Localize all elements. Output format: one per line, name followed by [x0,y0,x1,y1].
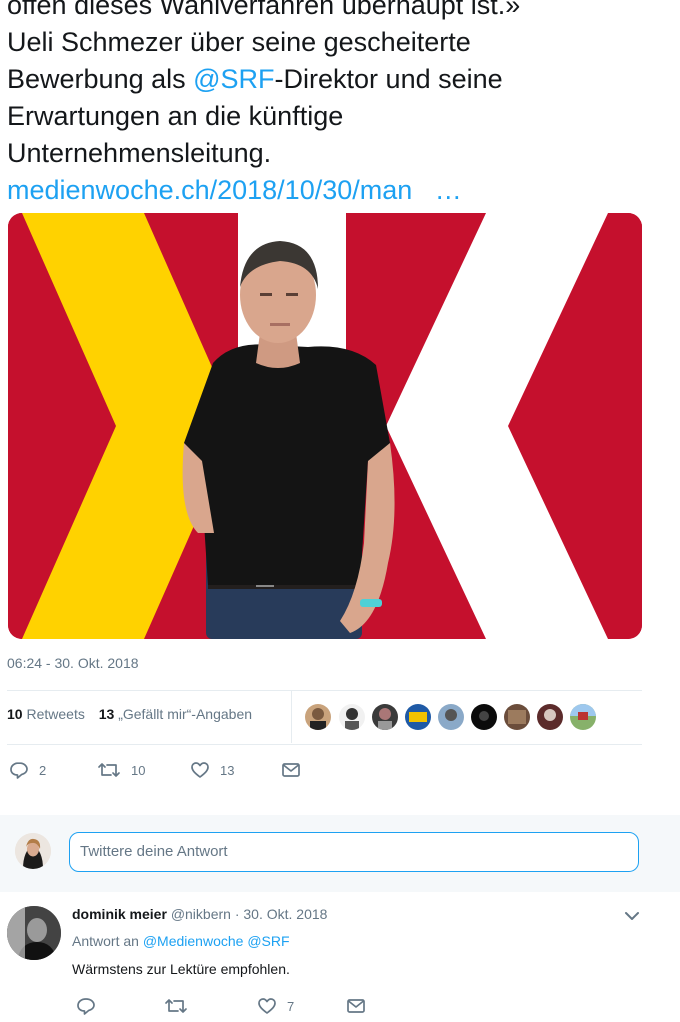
article-link[interactable]: medienwoche.ch/2018/10/30/man … [7,172,672,209]
tweet-line: Ueli Schmezer über seine gescheiterte [7,27,471,57]
heart-icon [191,762,209,778]
retweets-count[interactable]: 10 [7,706,23,722]
reply-icon [77,998,95,1015]
liker-avatar[interactable] [405,704,431,730]
tweet-media-image[interactable] [8,213,642,639]
liker-avatar[interactable] [438,704,464,730]
tweet-text: offen dieses Wahlverfahren überhaupt ist… [7,0,672,209]
tweet-stats: 10 Retweets 13 „Gefällt mir“-Angaben [7,706,252,722]
reply-date[interactable]: · 30. Okt. 2018 [231,906,328,922]
like-button[interactable]: 13 [190,760,234,780]
chevron-down-icon[interactable] [623,907,641,925]
liker-avatar[interactable] [471,704,497,730]
divider [291,691,292,743]
envelope-icon [347,999,365,1013]
tweet-line-text: -Direktor und seine [274,64,503,94]
mention-srf-link[interactable]: @SRF [193,64,274,94]
liker-avatar[interactable] [537,704,563,730]
like-count: 13 [220,762,235,778]
reply-count: 2 [39,762,47,778]
reply-to-line: Antwort an @Medienwoche @SRF [72,933,290,949]
reply-button[interactable]: 2 [9,760,46,780]
like-button[interactable]: 7 [257,996,294,1016]
reply-author-name[interactable]: dominik meier [72,906,167,922]
retweet-button[interactable]: 10 [97,760,145,780]
retweet-button[interactable] [164,996,188,1016]
tweet-line: Erwartungen an die künftige [7,101,344,131]
retweet-count: 10 [131,762,146,778]
heart-icon [258,998,276,1014]
current-user-avatar[interactable] [15,833,51,869]
retweets-stat[interactable]: 10 Retweets [7,706,85,722]
tweet-line: Bewerbung als @SRF-Direktor und seine [7,61,672,98]
reply-author-avatar[interactable] [7,906,61,960]
tweet-line: offen dieses Wahlverfahren überhaupt ist… [7,0,521,20]
reply-text: Wärmstens zur Lektüre empfohlen. [72,961,290,977]
reply-author[interactable]: dominik meier @nikbern · 30. Okt. 2018 [72,906,327,922]
mention-medienwoche-link[interactable]: @Medienwoche [143,933,244,949]
divider [7,690,642,691]
tweet-line: Unternehmensleitung. [7,138,272,168]
tweet-line-text: Bewerbung als [7,64,194,94]
retweet-icon [98,763,120,777]
reply-input[interactable]: Twittere deine Antwort [69,832,639,872]
liker-avatar[interactable] [570,704,596,730]
envelope-icon [282,763,300,777]
likes-count[interactable]: 13 [99,706,115,722]
likes-stat[interactable]: 13 „Gefällt mir“-Angaben [99,706,252,722]
divider [7,744,642,745]
retweet-icon [165,999,187,1013]
tweet-timestamp[interactable]: 06:24 - 30. Okt. 2018 [7,655,139,671]
retweets-label[interactable]: Retweets [26,706,84,722]
likes-label[interactable]: „Gefällt mir“-Angaben [118,706,252,722]
liker-avatar[interactable] [372,704,398,730]
liker-avatar[interactable] [504,704,530,730]
reply-to-prefix: Antwort an [72,933,143,949]
liker-avatar[interactable] [305,704,331,730]
article-link-ellipsis[interactable]: … [435,175,462,205]
direct-message-button[interactable] [281,760,301,780]
like-count: 7 [287,998,295,1014]
mention-srf-link[interactable]: @SRF [247,933,289,949]
reply-button[interactable] [76,996,96,1016]
article-link-url[interactable]: medienwoche.ch/2018/10/30/man [7,175,412,205]
media-illustration [8,213,642,639]
liker-avatar[interactable] [339,704,365,730]
reply-author-handle[interactable]: @nikbern [171,906,231,922]
direct-message-button[interactable] [346,996,366,1016]
reply-icon [10,762,28,779]
